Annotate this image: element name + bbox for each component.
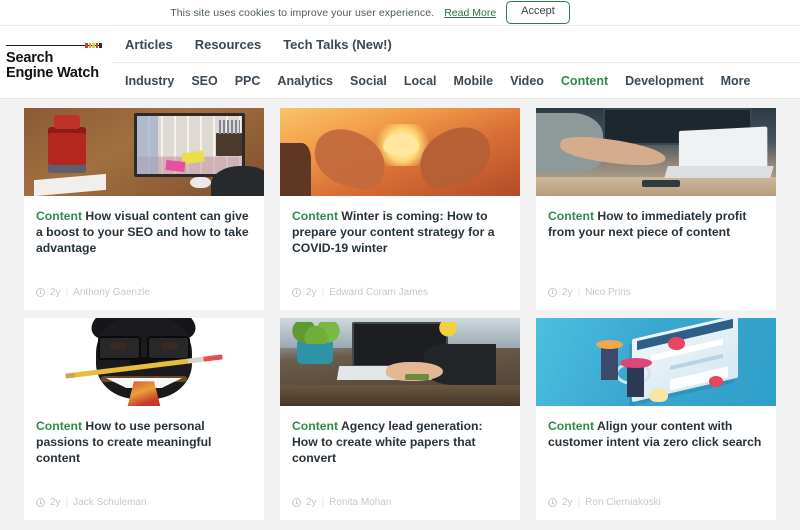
article-grid: Content How visual content can give a bo… [0,99,800,520]
cookie-message: This site uses cookies to improve your u… [170,6,435,19]
nav-item-tech-talks[interactable]: Tech Talks (New!) [283,37,392,52]
primary-navigation: Articles Resources Tech Talks (New!) [112,26,800,62]
article-age: 2y [562,497,573,508]
article-age: 2y [306,497,317,508]
article-category[interactable]: Content [292,209,338,223]
article-author[interactable]: Edward Coram James [329,287,428,298]
article-body: Content Align your content with customer… [536,406,776,520]
article-body: Content Agency lead generation: How to c… [280,406,520,520]
nav-item-analytics[interactable]: Analytics [277,74,333,88]
article-author[interactable]: Nico Prins [585,287,631,298]
logo-line-2: Engine Watch [6,64,99,81]
article-category[interactable]: Content [548,209,594,223]
article-title[interactable]: Content Winter is coming: How to prepare… [292,208,508,256]
article-author[interactable]: Ron Cierniakoski [585,497,661,508]
article-meta: 2y | Edward Coram James [292,287,428,298]
article-title[interactable]: Content How visual content can give a bo… [36,208,252,256]
article-category[interactable]: Content [36,209,82,223]
article-title[interactable]: Content Align your content with customer… [548,418,764,450]
article-author[interactable]: Anthony Gaenzle [73,287,150,298]
article-thumbnail-hands-heart-sunset[interactable] [280,108,520,196]
article-thumbnail-laptop-plant-desk[interactable] [280,318,520,406]
meta-separator: | [65,287,69,298]
clock-icon [292,498,301,507]
article-card[interactable]: Content How to immediately profit from y… [536,108,776,310]
article-meta: 2y | Ronita Mohan [292,497,391,508]
article-card[interactable]: Content How to use personal passions to … [24,318,264,520]
article-category[interactable]: Content [36,419,82,433]
article-age: 2y [562,287,573,298]
site-logo[interactable]: Search Engine Watch [0,26,112,98]
nav-item-industry[interactable]: Industry [125,74,174,88]
article-title[interactable]: Content Agency lead generation: How to c… [292,418,508,466]
article-age: 2y [306,287,317,298]
nav-item-social[interactable]: Social [350,74,387,88]
meta-separator: | [321,287,325,298]
category-navigation: Industry SEO PPC Analytics Social Local … [112,62,800,98]
article-category[interactable]: Content [548,419,594,433]
meta-separator: | [577,287,581,298]
nav-item-video[interactable]: Video [510,74,544,88]
meta-separator: | [65,497,69,508]
article-thumbnail-pug-glasses-pencil[interactable] [24,318,264,406]
logo-line-1: Search [6,49,54,66]
clock-icon [292,288,301,297]
article-card[interactable]: Content Winter is coming: How to prepare… [280,108,520,310]
logo-color-pips-icon [85,42,102,48]
nav-item-local[interactable]: Local [404,74,437,88]
article-meta: 2y | Ron Cierniakoski [548,497,661,508]
nav-item-development[interactable]: Development [625,74,704,88]
site-header: Search Engine Watch Articles Resources T… [0,26,800,99]
article-meta: 2y | Nico Prins [548,287,631,298]
article-meta: 2y | Jack Schuleman [36,497,147,508]
nav-item-mobile[interactable]: Mobile [454,74,494,88]
article-card[interactable]: Content Agency lead generation: How to c… [280,318,520,520]
meta-separator: | [321,497,325,508]
cookie-consent-bar: This site uses cookies to improve your u… [0,0,800,26]
article-card[interactable]: Content Align your content with customer… [536,318,776,520]
article-title[interactable]: Content How to immediately profit from y… [548,208,764,240]
article-body: Content How to immediately profit from y… [536,196,776,310]
nav-item-ppc[interactable]: PPC [235,74,261,88]
nav-item-resources[interactable]: Resources [195,37,261,52]
clock-icon [548,288,557,297]
nav-item-seo[interactable]: SEO [191,74,217,88]
article-body: Content How visual content can give a bo… [24,196,264,310]
article-thumbnail-desk-monitor-robot[interactable] [24,108,264,196]
logo-rule-decoration [6,42,102,48]
article-author[interactable]: Jack Schuleman [73,497,146,508]
article-body: Content Winter is coming: How to prepare… [280,196,520,310]
meta-separator: | [577,497,581,508]
article-meta: 2y | Anthony Gaenzle [36,287,150,298]
clock-icon [36,288,45,297]
cookie-accept-button[interactable]: Accept [506,1,570,24]
article-author[interactable]: Ronita Mohan [329,497,391,508]
article-title[interactable]: Content How to use personal passions to … [36,418,252,466]
clock-icon [548,498,557,507]
article-thumbnail-teal-isometric-search[interactable] [536,318,776,406]
nav-item-content[interactable]: Content [561,74,608,88]
article-category[interactable]: Content [292,419,338,433]
clock-icon [36,498,45,507]
cookie-read-more-link[interactable]: Read More [444,7,496,19]
article-age: 2y [50,287,61,298]
article-card[interactable]: Content How visual content can give a bo… [24,108,264,310]
nav-item-articles[interactable]: Articles [125,37,173,52]
article-thumbnail-person-writing-laptop[interactable] [536,108,776,196]
header-nav-column: Articles Resources Tech Talks (New!) Ind… [112,26,800,98]
article-age: 2y [50,497,61,508]
nav-item-more[interactable]: More [721,74,751,88]
article-body: Content How to use personal passions to … [24,406,264,520]
